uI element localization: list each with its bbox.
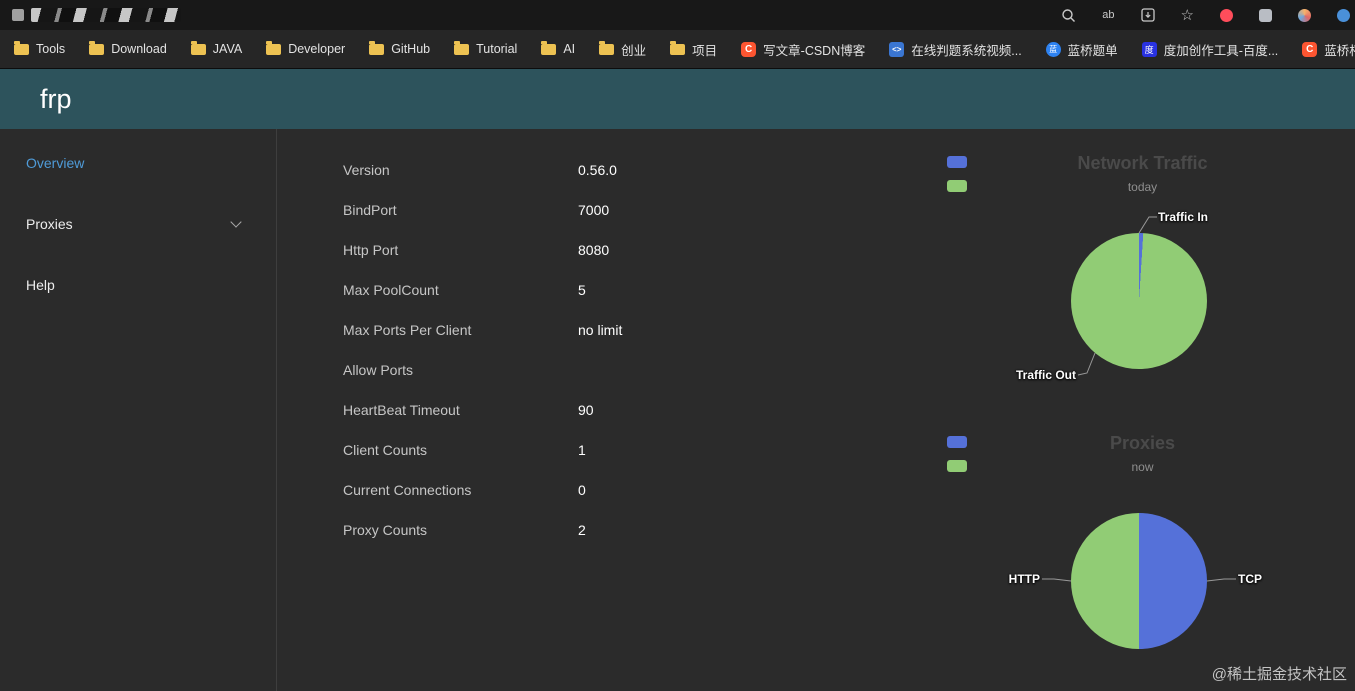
row-label: Proxy Counts bbox=[343, 522, 428, 538]
bookmarks-bar: Tools Download JAVA Developer GitHub Tutorial… bbox=[0, 30, 1355, 69]
row-label: HeartBeat Timeout bbox=[343, 402, 460, 418]
row-value: 2 bbox=[578, 522, 586, 538]
row-label: Version bbox=[343, 162, 390, 178]
row-label: Http Port bbox=[343, 242, 399, 258]
bookmark-label: 项目 bbox=[692, 43, 718, 58]
bookmark-label: 度加创作工具-百度... bbox=[1163, 43, 1279, 58]
bookmark-label: 写文章-CSDN博客 bbox=[763, 43, 866, 58]
bookmark-item[interactable]: Developer bbox=[266, 40, 346, 56]
sidebar-item-label: Proxies bbox=[26, 216, 73, 232]
extension-gray-icon[interactable] bbox=[1259, 8, 1272, 22]
bookmark-label: Tools bbox=[36, 42, 66, 56]
bookmark-label: Developer bbox=[288, 42, 346, 56]
folder-icon bbox=[14, 40, 29, 55]
bookmark-item[interactable]: C 写文章-CSDN博客 bbox=[741, 40, 865, 59]
bookmark-label: Tutorial bbox=[476, 42, 518, 56]
bookmark-item[interactable]: 蓝蓝桥题单 bbox=[1045, 40, 1118, 59]
extension-orange-icon[interactable] bbox=[1298, 8, 1311, 22]
lanqiao-icon: 蓝 bbox=[1045, 41, 1061, 57]
row-value: 5 bbox=[578, 282, 586, 298]
bookmark-item[interactable]: 项目 bbox=[670, 40, 717, 59]
main-panel: Version 0.56.0 BindPort 7000 Http Port 8080 Ma… bbox=[277, 129, 1355, 691]
folder-icon bbox=[190, 40, 206, 55]
bookmark-label: JAVA bbox=[212, 42, 243, 56]
bookmark-label: 蓝桥题单 bbox=[1067, 43, 1118, 58]
bookmark-item[interactable]: 度度加创作工具-百度... bbox=[1141, 40, 1279, 59]
translate-icon[interactable]: ab bbox=[1102, 9, 1114, 21]
bookmark-item[interactable]: 创业 bbox=[599, 40, 646, 59]
code-icon: <> bbox=[889, 41, 905, 57]
baidu-icon: 度 bbox=[1141, 41, 1157, 57]
sidebar-item-overview[interactable]: Overview bbox=[0, 153, 276, 173]
star-icon[interactable]: ☆ bbox=[1181, 8, 1194, 23]
folder-icon bbox=[670, 40, 686, 55]
row-value: 7000 bbox=[578, 202, 610, 218]
pie-label-traffic-in: Traffic In bbox=[1158, 210, 1209, 224]
sidebar: Overview Proxies Help bbox=[0, 129, 277, 691]
bookmark-item[interactable]: Tools bbox=[14, 40, 66, 56]
row-value: 8080 bbox=[578, 242, 610, 258]
bookmark-item[interactable]: C 蓝桥杯JAVA-知识点... bbox=[1302, 40, 1355, 59]
folder-icon bbox=[89, 40, 105, 55]
csdn-icon: C bbox=[1302, 41, 1318, 57]
row-value: 1 bbox=[578, 442, 586, 458]
row-value: 0 bbox=[578, 482, 586, 498]
proxies-chart: Proxies now HTTP TCP bbox=[930, 431, 1355, 691]
extension-blue-icon[interactable] bbox=[1337, 8, 1350, 22]
topbar-icons: ab ☆ bbox=[1061, 8, 1355, 23]
browser-window: ab ☆ Tools Download JAVA Developer GitHub Tut… bbox=[0, 0, 1355, 691]
bookmark-item[interactable]: Tutorial bbox=[454, 40, 518, 56]
bookmark-label: GitHub bbox=[391, 42, 431, 56]
row-label: Max PoolCount bbox=[343, 282, 439, 298]
folder-icon bbox=[369, 40, 385, 55]
folder-icon bbox=[454, 40, 470, 55]
tab-title-redacted bbox=[31, 8, 181, 22]
folder-icon bbox=[541, 40, 557, 55]
pie-label-http: HTTP bbox=[1008, 572, 1040, 586]
pie-label-traffic-out: Traffic Out bbox=[1015, 368, 1076, 382]
bookmark-label: Download bbox=[111, 42, 167, 56]
row-value: 0.56.0 bbox=[578, 162, 617, 178]
watermark: @稀土掘金技术社区 bbox=[1211, 666, 1347, 683]
pie-label-tcp: TCP bbox=[1238, 572, 1262, 586]
row-label: Client Counts bbox=[343, 442, 428, 458]
save-icon[interactable] bbox=[1140, 8, 1155, 22]
bookmark-label: 创业 bbox=[621, 43, 647, 58]
sidebar-item-proxies[interactable]: Proxies bbox=[0, 214, 276, 234]
search-icon[interactable] bbox=[1061, 8, 1076, 23]
chevron-down-icon bbox=[230, 216, 242, 228]
bookmark-item[interactable]: <> 在线判题系统视频... bbox=[889, 40, 1022, 59]
row-label: Max Ports Per Client bbox=[343, 322, 472, 338]
row-value: 90 bbox=[578, 402, 594, 418]
content-area: Overview Proxies Help Version 0.56.0 BindPor… bbox=[0, 129, 1355, 691]
sidebar-item-help[interactable]: Help bbox=[0, 275, 276, 295]
bookmark-label: 在线判题系统视频... bbox=[911, 43, 1022, 58]
bookmark-item[interactable]: GitHub bbox=[369, 40, 431, 56]
folder-icon bbox=[266, 40, 282, 55]
bookmark-item[interactable]: JAVA bbox=[190, 40, 243, 56]
network-traffic-pie[interactable] bbox=[1071, 233, 1207, 369]
row-label: Current Connections bbox=[343, 482, 472, 498]
browser-tab[interactable] bbox=[12, 8, 181, 22]
bookmark-item[interactable]: AI bbox=[541, 40, 576, 56]
browser-topbar: ab ☆ bbox=[0, 0, 1355, 30]
csdn-icon: C bbox=[741, 41, 757, 57]
app-header: frp bbox=[0, 69, 1355, 129]
bookmark-label: AI bbox=[563, 42, 576, 56]
sidebar-item-label: Help bbox=[26, 277, 55, 293]
extension-red-icon[interactable] bbox=[1220, 8, 1233, 22]
bookmark-item[interactable]: Download bbox=[89, 40, 167, 56]
bookmark-label: 蓝桥杯JAVA-知识点... bbox=[1324, 43, 1355, 58]
network-traffic-chart: Network Traffic today Traffic In Traffic… bbox=[930, 151, 1355, 431]
row-value: no limit bbox=[578, 322, 623, 338]
row-label: BindPort bbox=[343, 202, 397, 218]
folder-icon bbox=[599, 40, 615, 55]
sidebar-item-label: Overview bbox=[26, 155, 85, 171]
page-title: frp bbox=[40, 83, 72, 114]
row-label: Allow Ports bbox=[343, 362, 414, 378]
proxies-pie[interactable] bbox=[1071, 513, 1207, 649]
tab-favicon-icon bbox=[12, 9, 24, 21]
